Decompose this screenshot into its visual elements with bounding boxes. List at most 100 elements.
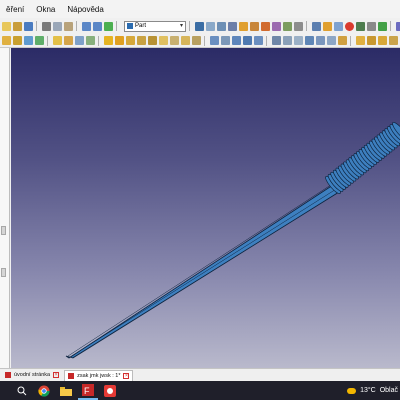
ruled-surface-icon[interactable]	[170, 36, 179, 45]
chamfer-icon[interactable]	[148, 36, 157, 45]
shape-builder-icon[interactable]	[86, 36, 95, 45]
weather-condition: Oblač	[379, 387, 398, 394]
make-face-icon[interactable]	[159, 36, 168, 45]
toggle-delta-icon[interactable]	[327, 36, 336, 45]
common-icon[interactable]	[254, 36, 263, 45]
weather-widget[interactable]: 13°C Oblač	[347, 387, 398, 394]
mirror-icon[interactable]	[126, 36, 135, 45]
revolve-icon[interactable]	[115, 36, 124, 45]
document-tab-bar: úvodní stránka × zsak jmk jwsk : 1* ×	[0, 368, 400, 381]
rod-body	[65, 179, 347, 359]
offset-icon[interactable]	[378, 36, 387, 45]
whats-this-icon[interactable]	[396, 21, 400, 31]
paste-icon[interactable]	[64, 21, 73, 31]
macros-icon[interactable]	[356, 21, 365, 31]
run-macro-icon[interactable]	[378, 21, 387, 31]
open-file-icon[interactable]	[13, 21, 22, 31]
view-front-icon[interactable]	[239, 21, 248, 31]
tab-document[interactable]: zsak jmk jwsk : 1* ×	[64, 369, 134, 381]
folder-icon[interactable]	[323, 21, 332, 31]
search-button[interactable]	[12, 381, 32, 400]
cone-icon[interactable]	[35, 36, 44, 45]
refresh-icon[interactable]	[104, 21, 113, 31]
measure-linear-icon[interactable]	[272, 36, 281, 45]
cylinder-icon[interactable]	[13, 36, 22, 45]
thickness-icon[interactable]	[389, 36, 398, 45]
sweep-icon[interactable]	[192, 36, 201, 45]
taskbar-app-red[interactable]	[100, 381, 120, 400]
extrude-icon[interactable]	[104, 36, 113, 45]
combo-view-panel[interactable]	[0, 48, 10, 368]
toggle-3d-icon[interactable]	[316, 36, 325, 45]
cut-boolean-icon[interactable]	[232, 36, 241, 45]
record-macro-icon[interactable]	[345, 21, 354, 31]
windows-taskbar: F 13°C Oblač	[0, 381, 400, 400]
tab-label: zsak jmk jwsk : 1*	[77, 372, 121, 379]
weather-cloud-icon	[347, 387, 357, 394]
new-file-icon[interactable]	[2, 21, 11, 31]
group-icon[interactable]	[334, 21, 343, 31]
taskbar-file-explorer[interactable]	[56, 381, 76, 400]
measure-icon[interactable]	[312, 21, 321, 31]
redo-icon[interactable]	[93, 21, 102, 31]
cross-sections-icon[interactable]	[367, 36, 376, 45]
torus-icon[interactable]	[53, 36, 62, 45]
copy-icon[interactable]	[53, 21, 62, 31]
tube-icon[interactable]	[64, 36, 73, 45]
fit-all-icon[interactable]	[195, 21, 204, 31]
cut-icon[interactable]	[42, 21, 51, 31]
measure-angular-icon[interactable]	[283, 36, 292, 45]
section-icon[interactable]	[356, 36, 365, 45]
tab-start-page[interactable]: úvodní stránka ×	[2, 370, 62, 381]
freecad-icon	[68, 372, 75, 379]
chevron-down-icon: ▾	[179, 22, 183, 29]
model-canvas	[65, 122, 400, 359]
box-icon[interactable]	[2, 36, 11, 45]
fuse-icon[interactable]	[243, 36, 252, 45]
menu-bar: ěření Okna Nápověda	[0, 0, 400, 18]
tab-label: úvodní stránka	[14, 372, 51, 378]
view-top-icon[interactable]	[250, 21, 259, 31]
save-icon[interactable]	[24, 21, 33, 31]
view-bottom-icon[interactable]	[283, 21, 292, 31]
freecad-icon: F	[82, 383, 94, 396]
panel-splitter-handle[interactable]	[1, 226, 6, 235]
workbench-label: Part	[135, 23, 147, 29]
search-icon	[17, 386, 27, 395]
freecad-window: ěření Okna Nápověda Part ▾ úvodní stránk…	[0, 0, 400, 400]
boolean-icon[interactable]	[221, 36, 230, 45]
edit-macro-icon[interactable]	[367, 21, 376, 31]
svg-text:F: F	[84, 386, 90, 396]
view-isometric-icon[interactable]	[228, 21, 237, 31]
close-icon[interactable]: ×	[123, 372, 130, 379]
sphere-icon[interactable]	[24, 36, 33, 45]
measure-refresh-icon[interactable]	[294, 36, 303, 45]
view-rear-icon[interactable]	[272, 21, 281, 31]
workbench-selector[interactable]: Part ▾	[124, 20, 186, 32]
weather-temperature: 13°C	[360, 387, 376, 394]
chrome-icon	[38, 385, 50, 397]
fillet-icon[interactable]	[137, 36, 146, 45]
view-right-icon[interactable]	[261, 21, 270, 31]
toggle-all-icon[interactable]	[305, 36, 314, 45]
fit-selection-icon[interactable]	[206, 21, 215, 31]
undo-icon[interactable]	[82, 21, 91, 31]
panel-splitter-handle[interactable]	[1, 268, 6, 277]
menu-item-windows[interactable]: Okna	[36, 5, 55, 14]
compound-tools-icon[interactable]	[210, 36, 219, 45]
draw-style-icon[interactable]	[217, 21, 226, 31]
primitives-icon[interactable]	[75, 36, 84, 45]
sticky-notes-icon	[104, 384, 116, 397]
folder-icon	[60, 386, 72, 396]
toolbar-file: Part ▾	[0, 18, 400, 34]
taskbar-chrome[interactable]	[34, 381, 54, 400]
toolbar-part	[0, 34, 400, 48]
3d-view[interactable]	[11, 48, 400, 368]
clear-all-icon[interactable]	[338, 36, 347, 45]
loft-icon[interactable]	[181, 36, 190, 45]
close-icon[interactable]: ×	[53, 372, 60, 378]
menu-item-help[interactable]: Nápověda	[67, 5, 103, 14]
menu-item-measure[interactable]: ěření	[6, 5, 24, 14]
taskbar-freecad[interactable]: F	[78, 381, 98, 400]
view-left-icon[interactable]	[294, 21, 303, 31]
